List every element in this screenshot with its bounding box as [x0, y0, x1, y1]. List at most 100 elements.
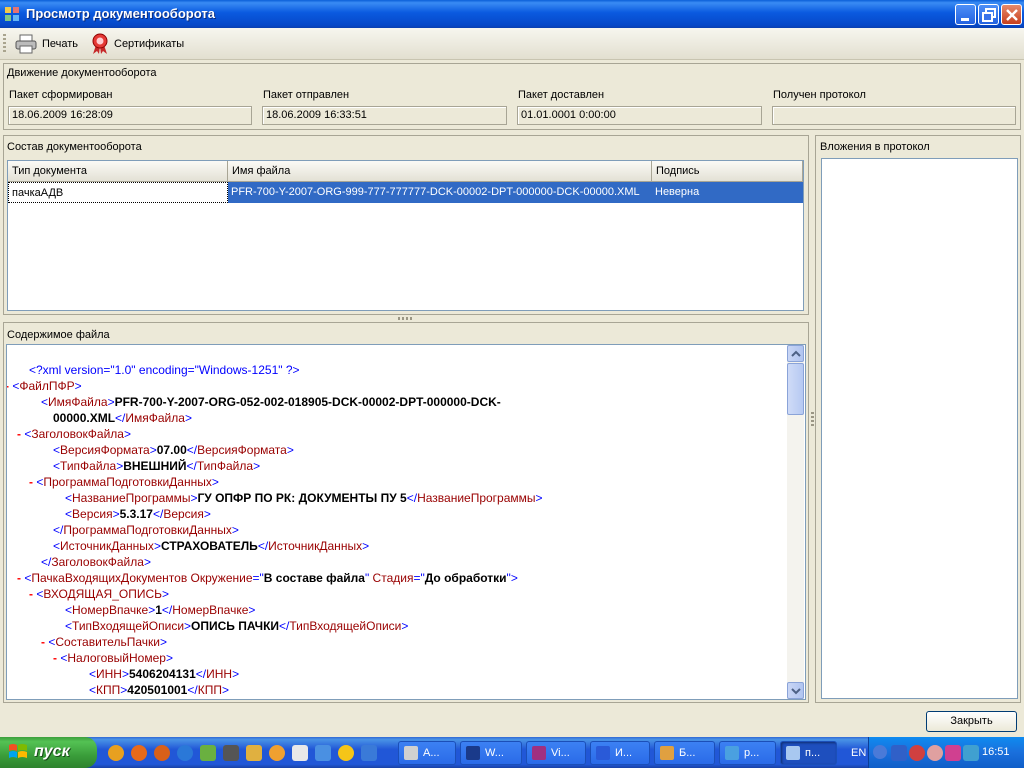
xml-line: </ЗаголовокФайла> [41, 555, 151, 569]
app-icon [404, 746, 418, 760]
truck-icon[interactable] [891, 745, 907, 761]
column-header-filename[interactable]: Имя файла [228, 161, 652, 182]
delivered-label: Пакет доставлен [518, 89, 605, 101]
formed-label: Пакет сформирован [9, 89, 113, 101]
scroll-down-button[interactable] [787, 682, 804, 699]
horizontal-splitter[interactable] [398, 317, 412, 320]
xml-line[interactable]: - <ФайлПФР> [7, 379, 82, 393]
app-icon [5, 7, 19, 21]
scroll-up-button[interactable] [787, 345, 804, 362]
xml-line: <ИсточникДанных>СТРАХОВАТЕЛЬ</ИсточникДа… [53, 539, 370, 553]
xml-line: <?xml version="1.0" encoding="Windows-12… [29, 363, 300, 377]
attachments-group-label: Вложения в протокол [820, 141, 930, 153]
restore-icon [982, 8, 996, 22]
certificates-label: Сертификаты [114, 38, 185, 50]
chevron-left-icon[interactable] [873, 745, 887, 759]
windows-logo-icon [9, 744, 27, 758]
language-indicator[interactable]: EN [851, 747, 866, 759]
xml-line[interactable]: - <ВХОДЯЩАЯ_ОПИСЬ> [29, 587, 169, 601]
clock: 16:51 [982, 746, 1010, 758]
folder-icon [725, 746, 739, 760]
xml-line: <ТипФайла>ВНЕШНИЙ</ТипФайла> [53, 459, 261, 473]
xml-line[interactable]: - <ПрограммаПодготовкиДанных> [29, 475, 219, 489]
toolbar-grip[interactable] [3, 34, 6, 54]
sent-field[interactable]: 18.06.2009 16:33:51 [262, 106, 507, 125]
close-window-button[interactable] [1001, 4, 1022, 25]
task-button-6[interactable]: р... [719, 741, 776, 765]
close-button[interactable]: Закрыть [926, 711, 1017, 732]
save-icon [466, 746, 480, 760]
quicklaunch-icon-1[interactable] [108, 745, 124, 761]
column-header-type[interactable]: Тип документа [8, 161, 228, 182]
paint-icon[interactable] [246, 745, 262, 761]
xml-line: <ТипВходящейОписи>ОПИСЬ ПАЧКИ</ТипВходящ… [65, 619, 409, 633]
xml-line: <ВерсияФормата>07.00</ВерсияФормата> [53, 443, 294, 457]
xml-line: <НазваниеПрограммы>ГУ ОПФР ПО РК: ДОКУМЕ… [65, 491, 543, 505]
delivered-field[interactable]: 01.01.0001 0:00:00 [517, 106, 762, 125]
media-player-icon[interactable] [338, 745, 354, 761]
sent-label: Пакет отправлен [263, 89, 350, 101]
globe-icon[interactable] [177, 745, 193, 761]
xml-line[interactable]: - <ЗаголовокФайла> [17, 427, 131, 441]
print-label: Печать [42, 38, 79, 50]
task-button-1[interactable]: А... [398, 741, 456, 765]
vertical-splitter[interactable] [811, 412, 814, 426]
firefox-icon-2[interactable] [154, 745, 170, 761]
attachments-list[interactable] [821, 158, 1018, 699]
grid-header: Тип документа Имя файла Подпись [8, 161, 803, 182]
ie-icon[interactable] [361, 745, 377, 761]
xml-line[interactable]: - <ПачкаВходящихДокументов Окружение="В … [17, 571, 518, 585]
network-tray-icon[interactable] [963, 745, 979, 761]
xml-line: 00000.XML</ИмяФайла> [53, 411, 192, 425]
movement-group-label: Движение документооборота [7, 67, 157, 79]
xml-line: <ИНН>5406204131</ИНН> [89, 667, 240, 681]
xml-line: <Версия>5.3.17</Версия> [65, 507, 211, 521]
book-icon [660, 746, 674, 760]
tray-icon-4[interactable] [945, 745, 961, 761]
table-row[interactable]: пачкаАДВ PFR-700-Y-2007-ORG-999-777-7777… [8, 182, 803, 203]
xml-line: <КПП>420501001</КПП> [89, 683, 229, 697]
xml-line[interactable]: - <НалоговыйНомер> [53, 651, 173, 665]
firefox-icon[interactable] [131, 745, 147, 761]
print-button[interactable]: Печать [10, 32, 82, 56]
task-button-2[interactable]: W... [460, 741, 522, 765]
formed-field[interactable]: 18.06.2009 16:28:09 [8, 106, 252, 125]
xml-scrollbar[interactable] [787, 345, 804, 699]
visio-icon [532, 746, 546, 760]
documents-grid: Тип документа Имя файла Подпись пачкаАДВ… [7, 160, 804, 311]
xml-line: <НомерВпачке>1</НомерВпачке> [65, 603, 256, 617]
maximize-button[interactable] [978, 4, 999, 25]
word-icon [596, 746, 610, 760]
minimize-button[interactable] [955, 4, 976, 25]
protocol-received-field[interactable] [772, 106, 1016, 125]
monitor-icon[interactable] [315, 745, 331, 761]
certificates-button[interactable]: Сертификаты [86, 32, 188, 56]
scroll-thumb[interactable] [787, 363, 804, 415]
antivirus-icon[interactable] [909, 745, 925, 761]
triangle-icon[interactable] [223, 745, 239, 761]
ribbon-award-icon [92, 33, 108, 54]
cell-signature[interactable]: Неверна [652, 182, 803, 203]
window-title: Просмотр документооборота [26, 6, 215, 21]
task-button-7[interactable]: п... [780, 741, 837, 765]
tray-icon-3[interactable] [927, 745, 943, 761]
clock-icon[interactable] [269, 745, 285, 761]
task-button-5[interactable]: Б... [654, 741, 715, 765]
close-icon [1006, 9, 1018, 21]
protocol-received-label: Получен протокол [773, 89, 866, 101]
column-header-signature[interactable]: Подпись [652, 161, 803, 182]
start-label: пуск [34, 743, 70, 760]
task-button-4[interactable]: И... [590, 741, 650, 765]
cell-filename[interactable]: PFR-700-Y-2007-ORG-999-777-777777-DCK-00… [228, 182, 652, 203]
composition-group-label: Состав документооборота [7, 141, 142, 153]
xml-viewer[interactable]: <?xml version="1.0" encoding="Windows-12… [6, 344, 806, 700]
task-button-3[interactable]: Vi... [526, 741, 586, 765]
network-icon[interactable] [200, 745, 216, 761]
cell-doc-type[interactable]: пачкаАДВ [8, 182, 228, 203]
start-button[interactable]: пуск [0, 737, 97, 768]
document-icon[interactable] [292, 745, 308, 761]
chevron-down-icon [791, 688, 801, 695]
toolbar: Печать Сертификаты [0, 28, 1024, 60]
xml-line[interactable]: - <СоставительПачки> [41, 635, 167, 649]
taskbar: пуск А... W... Vi... И... Б... р... п...… [0, 737, 1024, 768]
